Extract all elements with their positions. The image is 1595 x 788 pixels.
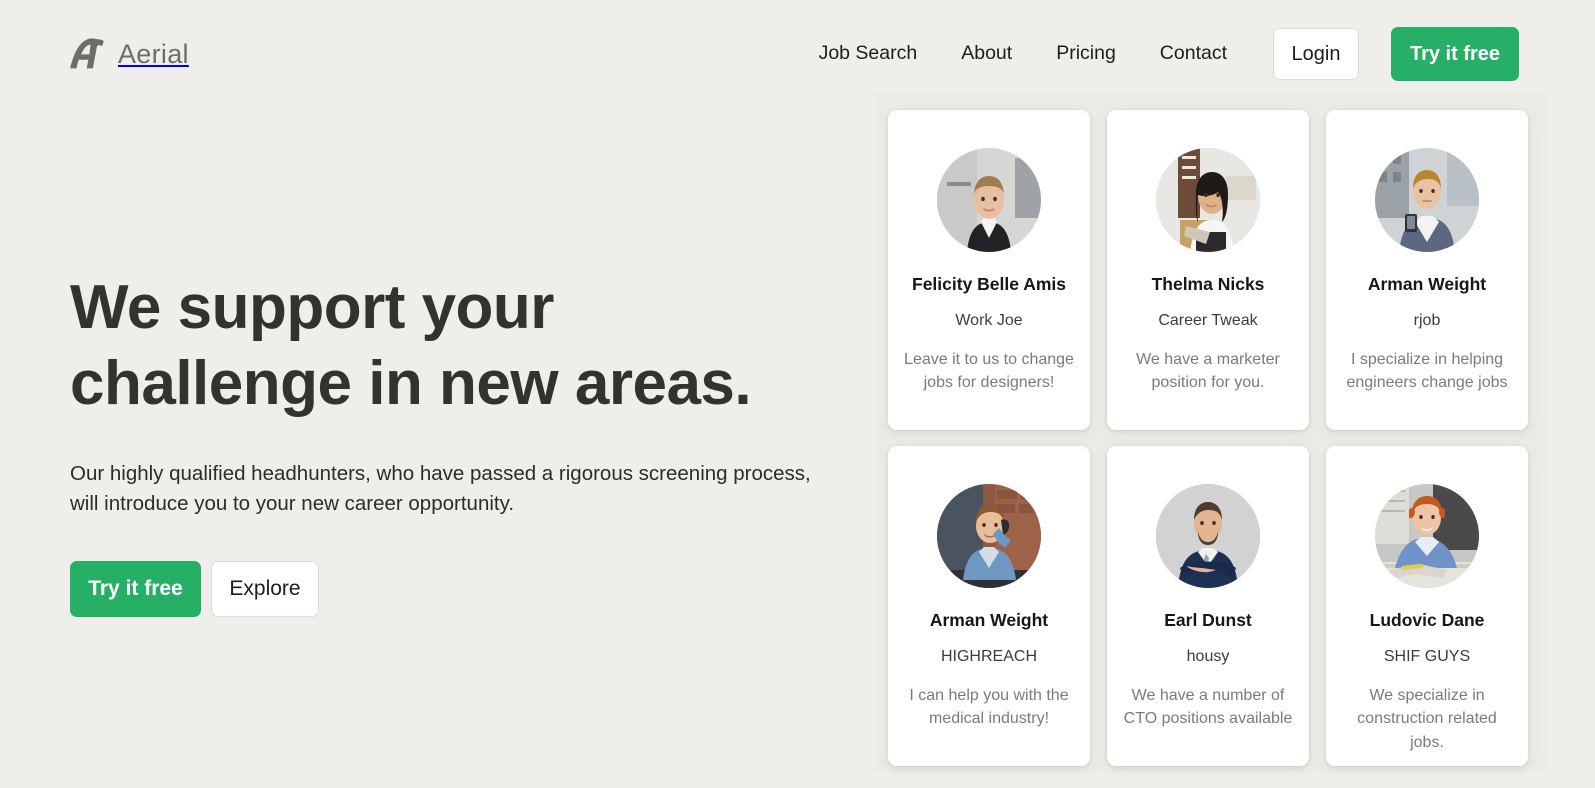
nav-item-pricing[interactable]: Pricing <box>1034 44 1138 64</box>
aerial-a-logo-icon <box>70 36 104 72</box>
recruiter-card[interactable]: Thelma Nicks Career Tweak We have a mark… <box>1107 110 1309 430</box>
avatar-photo-arman-weight-rjob <box>1375 148 1479 252</box>
recruiter-company: Work Joe <box>955 312 1023 329</box>
explore-button[interactable]: Explore <box>211 560 319 617</box>
recruiter-name: Felicity Belle Amis <box>912 274 1066 294</box>
hero-subtitle: Our highly qualified headhunters, who ha… <box>70 462 811 515</box>
recruiter-blurb: I can help you with the medical industry… <box>909 687 1069 728</box>
recruiter-card-grid: Felicity Belle Amis Work Joe Leave it to… <box>888 110 1536 766</box>
nav-item-contact[interactable]: Contact <box>1138 44 1249 64</box>
recruiter-card[interactable]: Earl Dunst housy We have a number of CTO… <box>1107 446 1309 766</box>
avatar-photo-thelma-nicks <box>1156 148 1260 252</box>
recruiter-company: rjob <box>1413 312 1441 329</box>
page-title: We support your challenge in new areas. <box>70 270 860 421</box>
recruiter-company: HIGHREACH <box>940 648 1037 665</box>
nav-item-job-search[interactable]: Job Search <box>819 44 940 64</box>
recruiter-blurb: I specialize in helping engineers change… <box>1346 351 1508 392</box>
recruiter-blurb: We have a marketer position for you. <box>1136 351 1280 392</box>
recruiter-card[interactable]: Arman Weight rjob I specialize in helpin… <box>1326 110 1528 430</box>
recruiter-name: Arman Weight <box>1367 274 1487 294</box>
recruiter-card[interactable]: Felicity Belle Amis Work Joe Leave it to… <box>888 110 1090 430</box>
recruiter-name: Earl Dunst <box>1164 610 1252 630</box>
hero-actions: Try it free Explore <box>70 560 860 617</box>
recruiter-company: housy <box>1186 648 1230 665</box>
nav-item-about[interactable]: About <box>939 44 1034 64</box>
hero-title-line-1: We support your <box>70 273 554 342</box>
recruiter-blurb: We have a number of CTO positions availa… <box>1123 687 1293 728</box>
recruiter-blurb: We specialize in construction related jo… <box>1357 687 1497 751</box>
recruiter-card[interactable]: Arman Weight HIGHREACH I can help you wi… <box>888 446 1090 766</box>
recruiter-blurb: Leave it to us to change jobs for design… <box>904 351 1074 392</box>
main-navigation: Job Search About Pricing Contact Login T… <box>819 27 1519 81</box>
avatar-photo-ludovic-dane <box>1375 484 1479 588</box>
avatar-photo-earl-dunst <box>1156 484 1260 588</box>
brand-logo-link[interactable]: Aerial <box>70 36 189 72</box>
recruiter-name: Ludovic Dane <box>1369 610 1485 630</box>
recruiter-company: Career Tweak <box>1158 312 1258 329</box>
hero-title-line-2: challenge in new areas. <box>70 348 752 418</box>
login-button[interactable]: Login <box>1273 28 1359 80</box>
recruiter-card[interactable]: Ludovic Dane SHIF GUYS We specialize in … <box>1326 446 1528 766</box>
avatar-photo-felicity-belle-amis <box>937 148 1041 252</box>
hero-section: We support your challenge in new areas. … <box>70 270 860 617</box>
recruiter-company: SHIF GUYS <box>1383 648 1471 665</box>
recruiter-name: Arman Weight <box>929 610 1049 630</box>
try-it-free-hero-button[interactable]: Try it free <box>70 560 201 617</box>
recruiter-name: Thelma Nicks <box>1151 274 1265 294</box>
avatar-photo-arman-weight-highreach <box>937 484 1041 588</box>
try-it-free-header-button[interactable]: Try it free <box>1391 27 1519 81</box>
brand-name: Aerial <box>118 38 189 69</box>
